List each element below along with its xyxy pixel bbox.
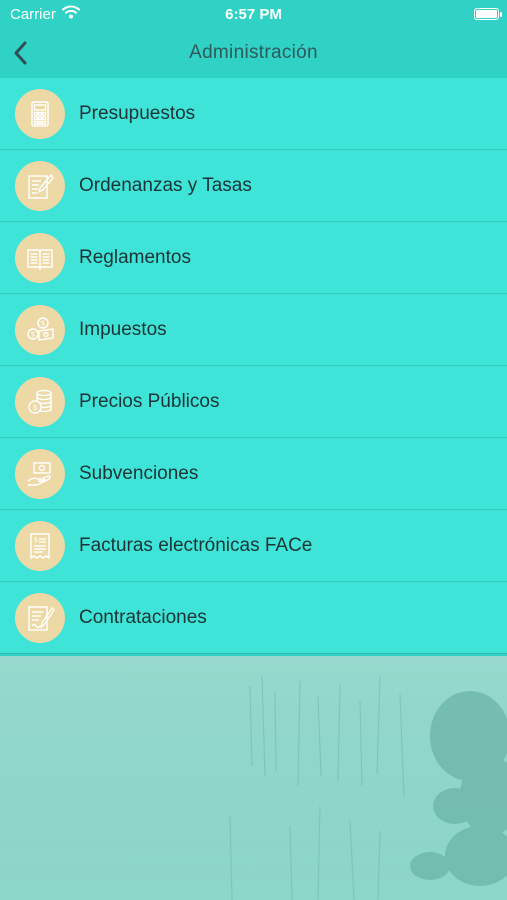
svg-text:$: $: [34, 536, 38, 544]
menu-item-precios-publicos[interactable]: $ Precios Públicos: [0, 366, 507, 438]
battery-icon: [474, 8, 502, 20]
menu-item-facturas-electronicas-face[interactable]: $ Facturas electrónicas FACe: [0, 510, 507, 582]
menu-item-label: Subvenciones: [79, 462, 199, 484]
menu-item-label: Impuestos: [79, 318, 167, 340]
chevron-left-icon: [14, 41, 27, 65]
coins-bill-icon: $ $: [15, 304, 65, 355]
hand-money-icon: [15, 448, 65, 499]
status-bar: Carrier 6:57 PM: [0, 0, 507, 28]
calculator-icon: [15, 88, 65, 139]
menu-list: Presupuestos Ordenanzas y Tasas Reglamen…: [0, 78, 507, 654]
menu-item-label: Reglamentos: [79, 246, 191, 268]
background-scenery-image: [0, 656, 507, 900]
open-book-icon: [15, 232, 65, 283]
svg-text:$: $: [31, 330, 35, 338]
status-left: Carrier: [10, 5, 80, 23]
wifi-icon: [61, 5, 80, 23]
page-title: Administración: [189, 42, 318, 63]
svg-text:$: $: [41, 319, 45, 327]
document-edit-icon: [15, 160, 65, 211]
menu-item-label: Facturas electrónicas FACe: [79, 534, 313, 556]
menu-item-ordenanzas-y-tasas[interactable]: Ordenanzas y Tasas: [0, 150, 507, 222]
menu-item-presupuestos[interactable]: Presupuestos: [0, 78, 507, 150]
nav-bar: Administración: [0, 28, 507, 78]
coin-stack-icon: $: [15, 376, 65, 427]
menu-item-contrataciones[interactable]: Contrataciones: [0, 582, 507, 654]
menu-item-label: Precios Públicos: [79, 390, 220, 412]
contract-pen-icon: [15, 592, 65, 643]
menu-item-label: Contrataciones: [79, 606, 207, 628]
invoice-icon: $: [15, 520, 65, 571]
back-button[interactable]: [6, 36, 36, 70]
carrier-label: Carrier: [10, 5, 56, 23]
menu-item-label: Ordenanzas y Tasas: [79, 174, 252, 196]
menu-item-reglamentos[interactable]: Reglamentos: [0, 222, 507, 294]
svg-text:$: $: [32, 403, 37, 412]
menu-item-label: Presupuestos: [79, 102, 196, 124]
menu-item-subvenciones[interactable]: Subvenciones: [0, 438, 507, 510]
menu-item-impuestos[interactable]: $ $ Impuestos: [0, 294, 507, 366]
